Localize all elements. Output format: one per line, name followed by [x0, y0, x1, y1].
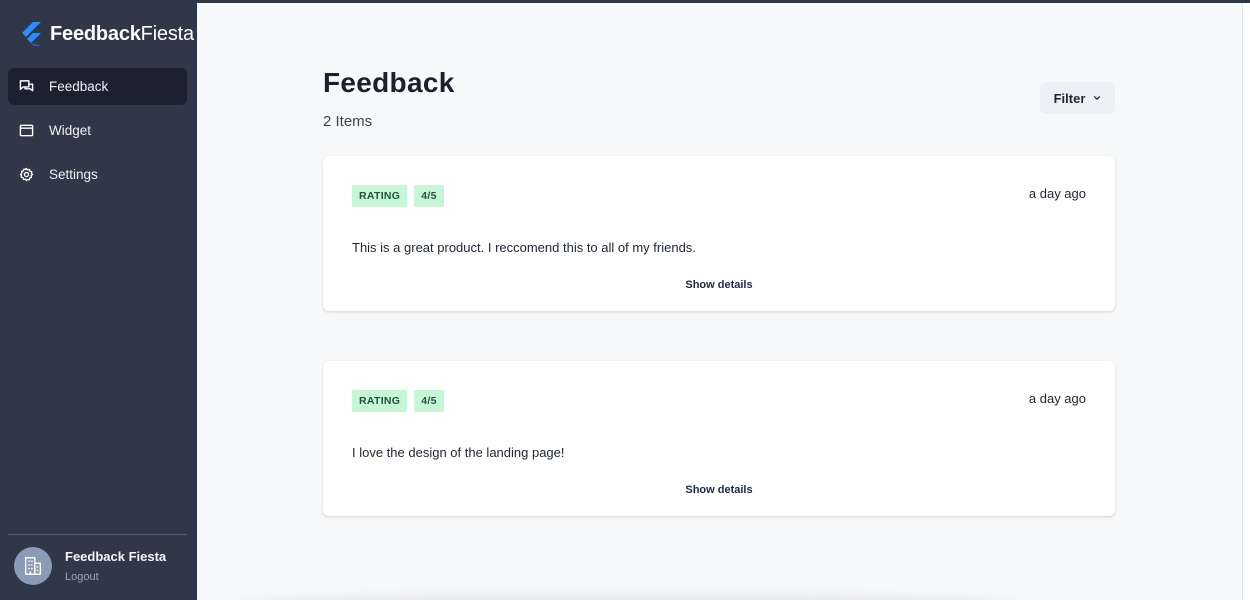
building-icon [24, 557, 42, 575]
rating-badge: RATING [352, 185, 408, 207]
sidebar-item-widget[interactable]: Widget [8, 112, 187, 149]
filter-button[interactable]: Filter [1040, 82, 1115, 114]
avatar[interactable] [14, 547, 52, 585]
sidebar-item-label: Settings [49, 167, 98, 182]
feedback-card: RATING 4/5 a day ago I love the design o… [323, 361, 1115, 516]
brand-name-bold: Feedback [50, 22, 141, 45]
rating-badge: RATING [352, 390, 408, 412]
sidebar-item-label: Widget [49, 123, 92, 138]
brand-name: FeedbackFiesta [50, 23, 194, 46]
main-content: Feedback 2 Items Filter RATING 4/5 a day… [197, 3, 1242, 600]
badge-group: RATING 4/5 [352, 185, 451, 207]
show-details-button[interactable]: Show details [323, 279, 1115, 291]
feedback-message: I love the design of the landing page! [352, 445, 565, 460]
item-count: 2 Items [323, 113, 373, 130]
rating-value-badge: 4/5 [414, 390, 444, 412]
badge-group: RATING 4/5 [352, 390, 451, 412]
sidebar: FeedbackFiesta Feedback Widget Settings … [0, 0, 197, 600]
page-title: Feedback [323, 67, 455, 98]
window-edge [1242, 3, 1250, 600]
sidebar-item-label: Feedback [49, 79, 109, 94]
sidebar-divider [8, 534, 187, 535]
chevron-down-icon [1094, 96, 1101, 100]
feedback-message: This is a great product. I reccomend thi… [352, 240, 696, 255]
chat-bubbles-icon [19, 79, 34, 94]
sidebar-item-settings[interactable]: Settings [8, 156, 187, 193]
user-info: Feedback Fiesta Logout [65, 549, 166, 583]
user-name: Feedback Fiesta [65, 549, 167, 564]
brand-name-light: Fiesta [140, 22, 194, 45]
show-details-button[interactable]: Show details [323, 484, 1115, 496]
timestamp: a day ago [1028, 186, 1086, 201]
filter-button-label: Filter [1053, 90, 1086, 106]
brand-logo-icon [22, 22, 41, 46]
bottom-shadow [240, 594, 1020, 600]
feedback-card: RATING 4/5 a day ago This is a great pro… [323, 156, 1115, 311]
sidebar-nav: Feedback Widget Settings [8, 68, 187, 200]
timestamp: a day ago [1028, 391, 1086, 406]
sidebar-item-feedback[interactable]: Feedback [8, 68, 187, 105]
brand[interactable]: FeedbackFiesta [18, 20, 194, 48]
rating-value-badge: 4/5 [414, 185, 444, 207]
window-icon [19, 123, 34, 138]
logout-link[interactable]: Logout [65, 571, 166, 583]
gear-icon [19, 167, 34, 182]
user-profile: Feedback Fiesta Logout [14, 547, 166, 585]
